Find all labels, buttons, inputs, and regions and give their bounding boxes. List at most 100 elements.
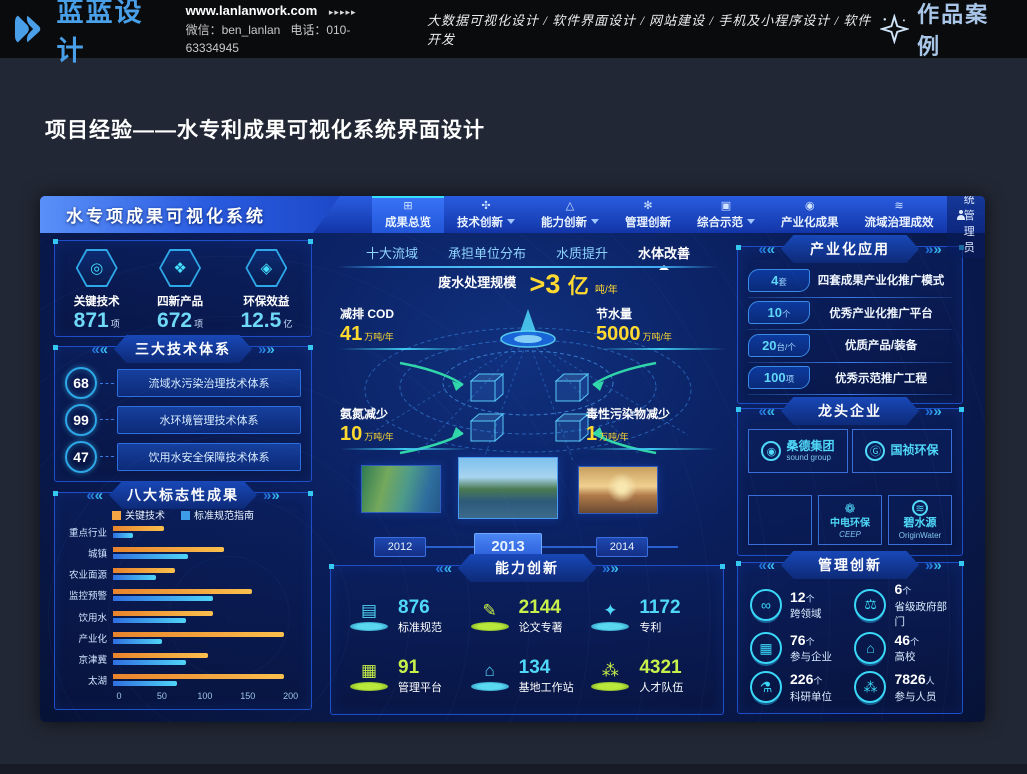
row-label: 优秀示范推广工程 bbox=[810, 370, 952, 386]
arrows-decoration: ▸▸▸▸▸ bbox=[329, 7, 357, 17]
logo-sound-group[interactable]: ◉ 桑德集团sound group bbox=[748, 429, 848, 473]
bar-standards bbox=[113, 596, 213, 601]
chart-x-axis: 050100150200 bbox=[119, 691, 301, 703]
stat-unit: 项 bbox=[194, 319, 203, 329]
chart-category-label: 城镇 bbox=[63, 546, 113, 560]
mgmt-enterprises: ▦ 76个参与企业 bbox=[750, 629, 854, 668]
university-icon: ⌂ bbox=[854, 632, 886, 664]
legend-swatch-blue bbox=[181, 511, 190, 520]
panel-title: 能力创新 bbox=[458, 554, 596, 582]
chart-row: 饮用水 bbox=[63, 610, 301, 624]
bar-standards bbox=[113, 618, 186, 623]
bar-key-tech bbox=[113, 547, 224, 552]
nav-label: 管理创新 bbox=[625, 214, 671, 230]
bar-chart: 重点行业城镇农业面源监控预警饮用水产业化京津冀太湖 bbox=[63, 525, 301, 687]
tab-unit-distribution[interactable]: 承担单位分布 bbox=[448, 243, 526, 262]
website-url[interactable]: www.lanlanwork.com bbox=[186, 3, 318, 18]
book-icon: ▤ bbox=[349, 601, 389, 631]
tab-water-quality[interactable]: 水质提升 bbox=[556, 243, 608, 262]
chart-row: 京津冀 bbox=[63, 652, 301, 666]
chart-category-label: 太湖 bbox=[63, 673, 113, 687]
photo-2012[interactable] bbox=[361, 465, 441, 513]
medal-icon: ◉ bbox=[805, 200, 815, 212]
chart-row: 产业化 bbox=[63, 631, 301, 645]
bar-key-tech bbox=[113, 674, 284, 679]
nav-item-industrialization[interactable]: ◉ 产业化成果 bbox=[768, 196, 852, 233]
nav-item-overview[interactable]: ⊞ 成果总览 bbox=[372, 196, 444, 233]
achievements-chart-panel: ««八大标志性成果»» 关键技术 标准规范指南 重点行业城镇农业面源监控预警饮用… bbox=[54, 492, 312, 710]
nav-item-basin-governance[interactable]: ≋ 流域治理成效 bbox=[852, 196, 947, 233]
chevron-down-icon bbox=[591, 219, 599, 224]
chart-row: 太湖 bbox=[63, 673, 301, 687]
tech-system-label[interactable]: 饮用水安全保障技术体系 bbox=[117, 443, 301, 471]
nav-label: 能力创新 bbox=[541, 214, 587, 230]
cap-workstations: ⌂ 134基地工作站 bbox=[470, 646, 591, 706]
mgmt-research: ⚗ 226个科研单位 bbox=[750, 668, 854, 707]
metric-ammonia: 氨氮减少 10万吨/年 bbox=[340, 405, 470, 450]
stat-label: 关键技术 bbox=[74, 293, 120, 309]
cross-domain-icon: ∞ bbox=[750, 589, 782, 621]
right-arrows-icon: »» bbox=[602, 561, 619, 576]
workstation-icon: ⌂ bbox=[470, 661, 510, 691]
logo[interactable]: 蓝蓝设计 bbox=[14, 0, 168, 68]
water-tabs: 十大流域 承担单位分布 水质提升 水体改善 bbox=[328, 243, 728, 268]
legend-label: 标准规范指南 bbox=[194, 511, 254, 522]
page-bottom-strip bbox=[0, 764, 1027, 774]
bar-standards bbox=[113, 639, 162, 644]
logo-ceep[interactable]: ❁ 中电环保 CEEP bbox=[818, 495, 882, 545]
dash-connector bbox=[100, 456, 114, 457]
tab-ten-basins[interactable]: 十大流域 bbox=[366, 243, 418, 262]
panel-title: 三大技术体系 bbox=[114, 335, 252, 363]
chart-category-label: 农业面源 bbox=[63, 567, 113, 581]
metric-cod: 减排 COD 41万吨/年 bbox=[340, 305, 470, 350]
nav-item-management-innovation[interactable]: ✻ 管理创新 bbox=[612, 196, 684, 233]
sound-group-logo-icon: ◉ bbox=[761, 441, 781, 461]
panel-title: 八大标志性成果 bbox=[109, 481, 257, 509]
logo-text: 蓝蓝设计 bbox=[56, 0, 167, 68]
headline-label: 废水处理规模 bbox=[438, 275, 516, 290]
tech-system-label[interactable]: 水环境管理技术体系 bbox=[117, 406, 301, 434]
portfolio-button[interactable]: 作品案例 bbox=[880, 0, 1009, 61]
stat-unit: 项 bbox=[111, 319, 120, 329]
photo-2014[interactable] bbox=[578, 466, 658, 514]
graduation-cap-icon: ✎ bbox=[470, 601, 510, 631]
tab-water-improvement[interactable]: 水体改善 bbox=[638, 243, 690, 262]
nav-item-comprehensive-demo[interactable]: ▣ 综合示范 bbox=[684, 196, 768, 233]
chart-row: 农业面源 bbox=[63, 567, 301, 581]
bar-standards bbox=[113, 660, 186, 665]
chart-category-label: 重点行业 bbox=[63, 525, 113, 539]
bar-standards bbox=[113, 554, 188, 559]
nav-item-capability-innovation[interactable]: △ 能力创新 bbox=[528, 196, 612, 233]
left-arrows-icon: «« bbox=[435, 561, 452, 576]
nav-item-tech-innovation[interactable]: ✣ 技术创新 bbox=[444, 196, 528, 233]
user-chip[interactable]: 系统管理员 bbox=[947, 196, 986, 258]
chart-row: 城镇 bbox=[63, 546, 301, 560]
chart-category-label: 饮用水 bbox=[63, 610, 113, 624]
guozhen-logo-icon: Ⓖ bbox=[865, 441, 885, 461]
services-nav[interactable]: 大数据可视化设计 / 软件界面设计 / 网站建设 / 手机及小程序设计 / 软件… bbox=[427, 10, 880, 48]
bar-standards bbox=[113, 681, 177, 686]
nav-label: 成果总览 bbox=[385, 214, 431, 230]
chart-legend: 关键技术 标准规范指南 bbox=[55, 507, 311, 522]
tech-system-row: 47 饮用水安全保障技术体系 bbox=[65, 441, 301, 473]
microscope-icon: ⚗ bbox=[750, 671, 782, 703]
chart-row: 重点行业 bbox=[63, 525, 301, 539]
chart-category-label: 监控预警 bbox=[63, 588, 113, 602]
count-badge: 4套 bbox=[748, 269, 810, 292]
bar-key-tech bbox=[113, 653, 208, 658]
metric-underline bbox=[586, 448, 716, 450]
lanlan-logo-icon bbox=[14, 11, 48, 47]
patent-icon: ✦ bbox=[590, 601, 630, 631]
tech-system-label[interactable]: 流域水污染治理技术体系 bbox=[117, 369, 301, 397]
panel-icon: ▣ bbox=[721, 200, 731, 212]
logo-empty-slot[interactable] bbox=[748, 495, 812, 545]
grid-icon: ⊞ bbox=[403, 200, 412, 212]
photo-2013[interactable] bbox=[458, 457, 558, 519]
logo-guozhen[interactable]: Ⓖ 国祯环保 bbox=[852, 429, 952, 473]
industrialization-row: 20台/个 优质产品/装备 bbox=[748, 334, 952, 363]
count-badge: 100项 bbox=[748, 366, 810, 389]
metric-toxic-pollutants: 毒性污染物减少 1万吨/年 bbox=[586, 405, 716, 450]
enterprises-panel: ««龙头企业»» ◉ 桑德集团sound group Ⓖ 国祯环保 ❁ 中电环保… bbox=[737, 408, 963, 556]
top-stats-panel: ◎ 关键技术 871项 ❖ 四新产品 672项 ◈ 环保效益 12.5亿 bbox=[54, 240, 312, 337]
logo-originwater[interactable]: ≋ 碧水源 OriginWater bbox=[888, 495, 952, 545]
